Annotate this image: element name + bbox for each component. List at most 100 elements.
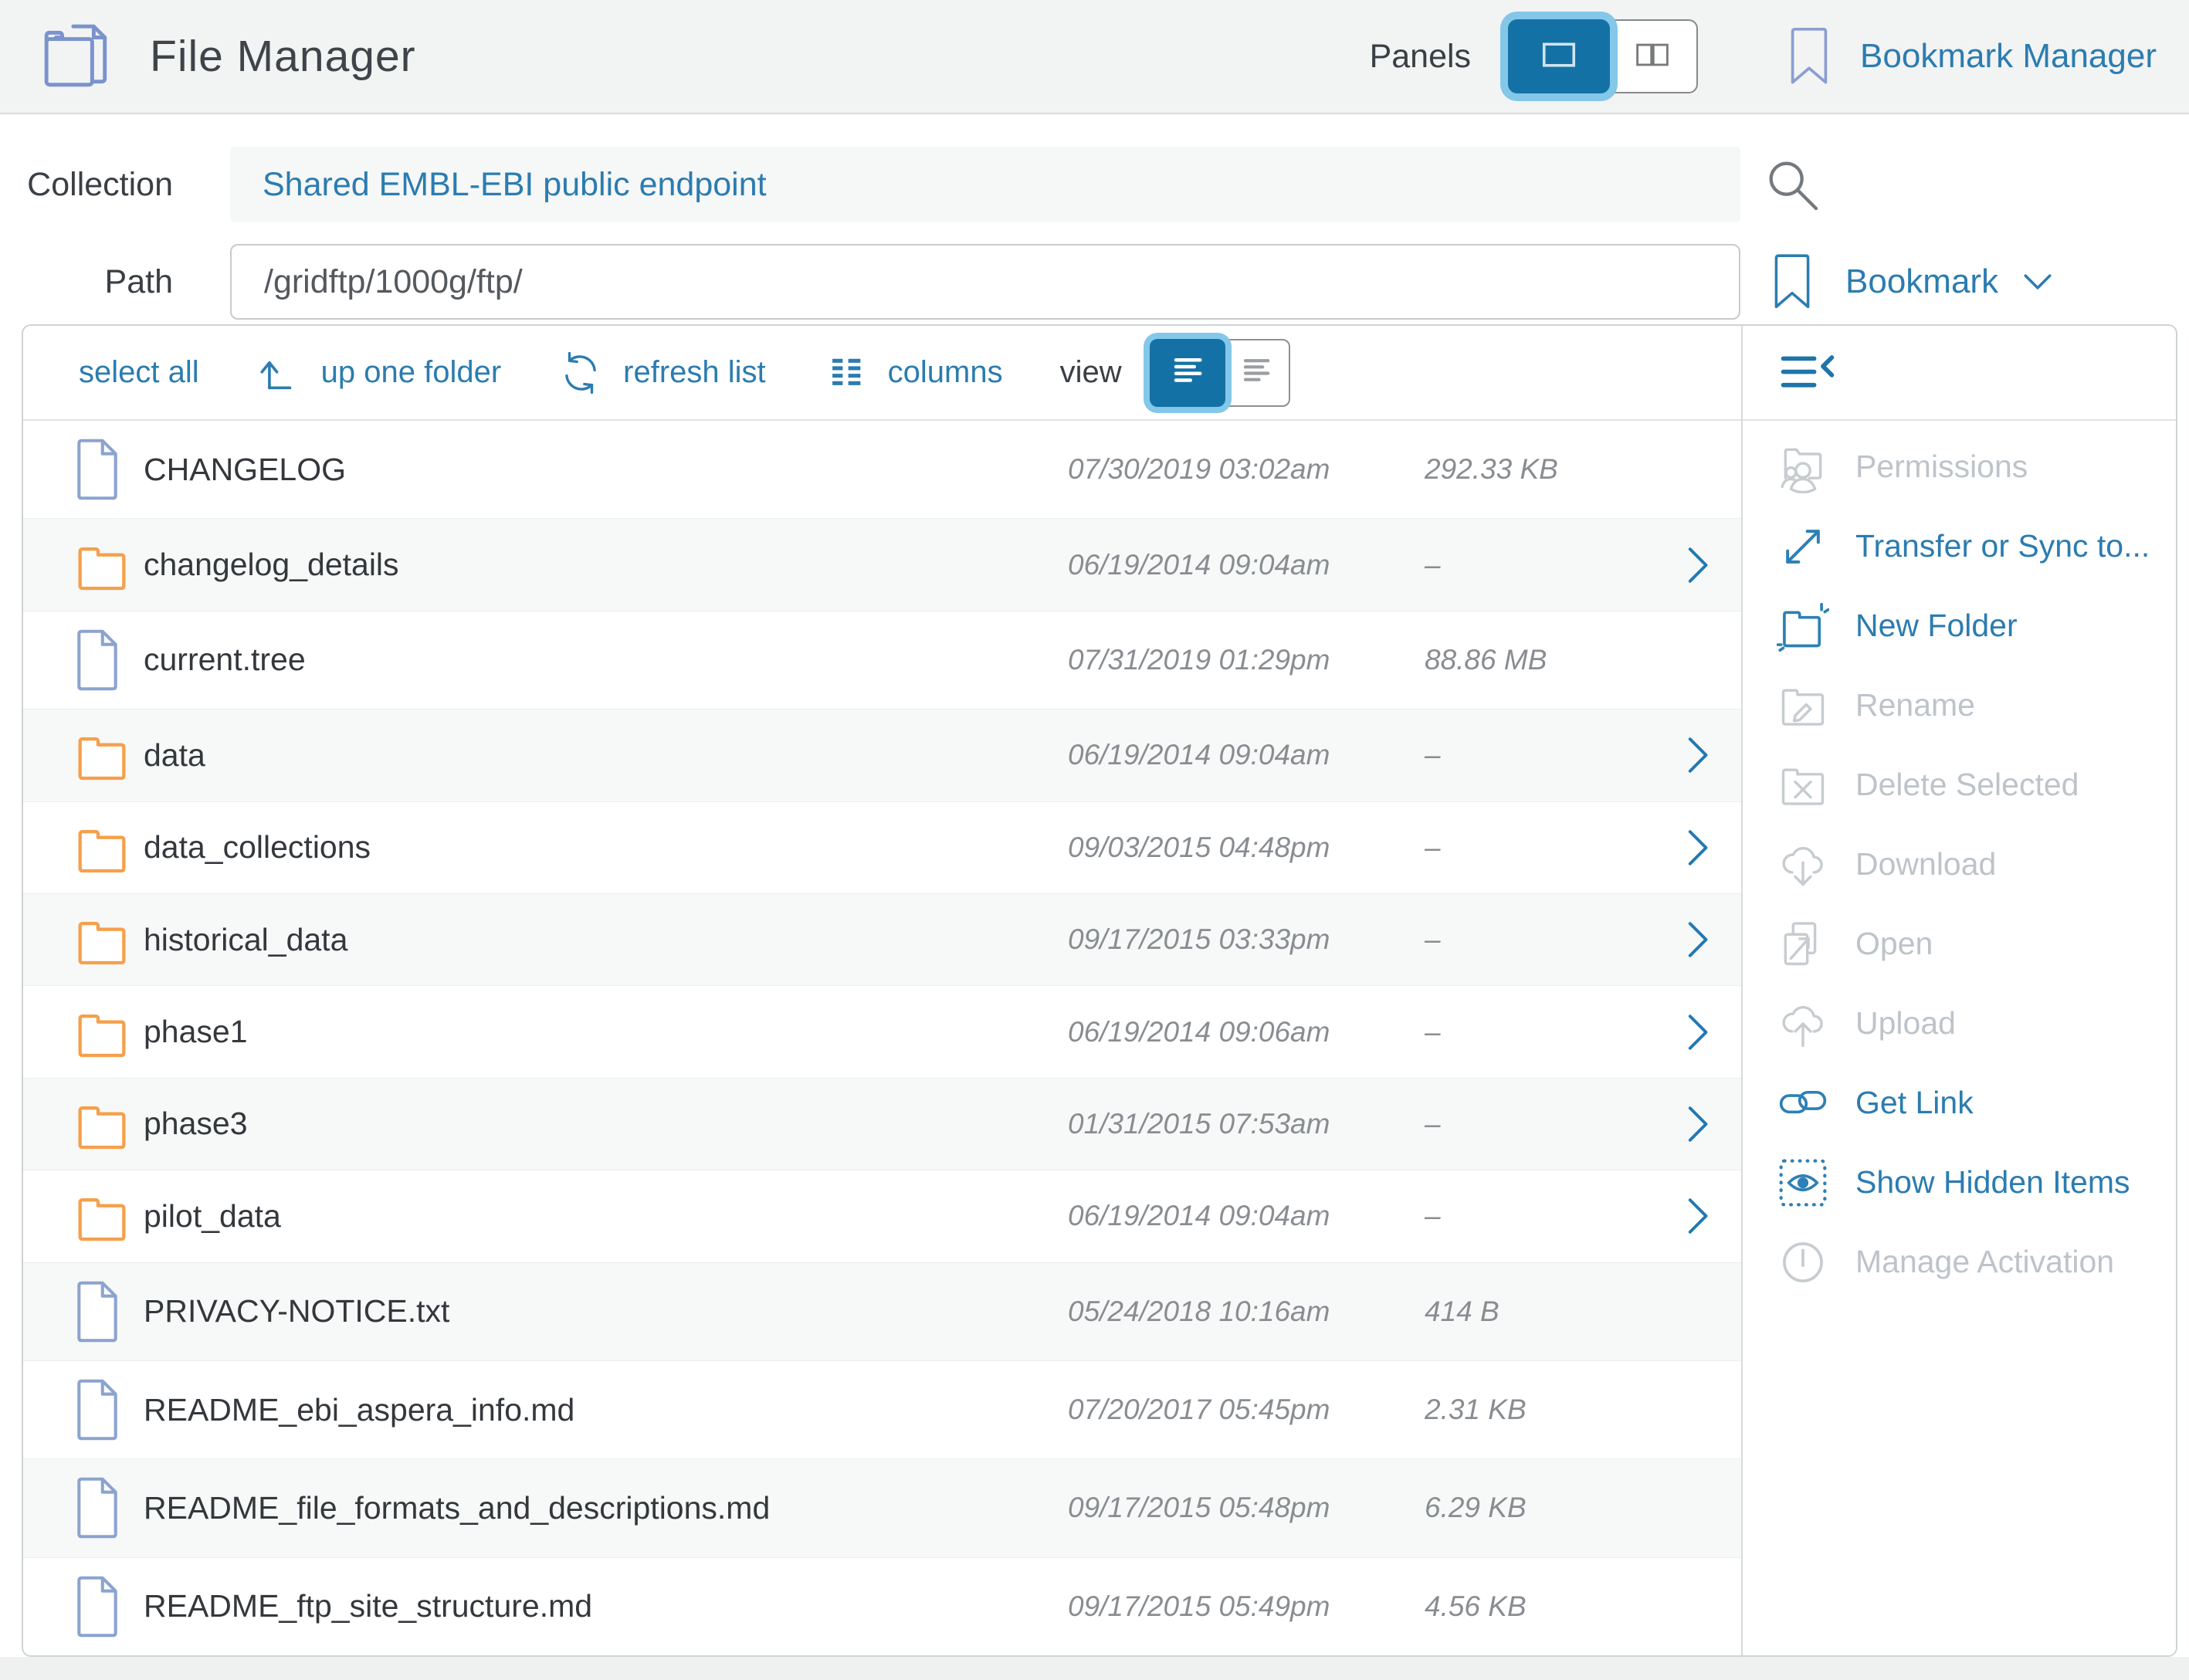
sidebar-item-transfer-or-sync[interactable]: Transfer or Sync to... bbox=[1743, 506, 2176, 586]
table-row[interactable]: PRIVACY-NOTICE.txt 05/24/2018 10:16am 41… bbox=[23, 1262, 1741, 1360]
dual-panel-icon bbox=[1628, 31, 1676, 83]
refresh-list-button[interactable]: refresh list bbox=[558, 351, 766, 395]
file-date: 05/24/2018 10:16am bbox=[1068, 1296, 1425, 1328]
file-icon bbox=[68, 435, 144, 503]
up-one-folder-button[interactable]: up one folder bbox=[256, 351, 502, 395]
search-button[interactable] bbox=[1762, 154, 1824, 216]
folder-icon bbox=[68, 909, 144, 970]
table-row[interactable]: CHANGELOG 07/30/2019 03:02am 292.33 KB bbox=[23, 421, 1741, 518]
sidebar-item-new-folder[interactable]: New Folder bbox=[1743, 586, 2176, 666]
file-date: 07/30/2019 03:02am bbox=[1068, 453, 1425, 486]
path-value: /gridftp/1000g/ftp/ bbox=[264, 263, 523, 301]
page-bottom-strip bbox=[0, 1657, 2189, 1680]
file-icon bbox=[68, 1278, 144, 1346]
list-view-button[interactable] bbox=[1150, 339, 1225, 407]
path-label: Path bbox=[22, 263, 173, 301]
sidebar-item-manage-activation: Manage Activation bbox=[1743, 1222, 2176, 1302]
page-title: File Manager bbox=[150, 31, 416, 82]
file-size: – bbox=[1425, 1108, 1679, 1140]
file-list: CHANGELOG 07/30/2019 03:02am 292.33 KB c… bbox=[23, 421, 1741, 1655]
table-row[interactable]: README_file_formats_and_descriptions.md … bbox=[23, 1458, 1741, 1556]
chevron-right-icon[interactable] bbox=[1679, 1193, 1741, 1239]
columns-label: columns bbox=[888, 355, 1003, 390]
compact-view-button[interactable] bbox=[1215, 339, 1290, 407]
table-row[interactable]: historical_data 09/17/2015 03:33pm – bbox=[23, 893, 1741, 985]
columns-button[interactable]: columns bbox=[823, 351, 1003, 395]
bookmark-dropdown[interactable]: Bookmark bbox=[1773, 244, 2054, 320]
file-date: 07/20/2017 05:45pm bbox=[1068, 1394, 1425, 1426]
chevron-right-icon[interactable] bbox=[1679, 825, 1741, 871]
select-all-button[interactable]: select all bbox=[79, 355, 199, 390]
folder-icon bbox=[68, 817, 144, 879]
file-name: README_file_formats_and_descriptions.md bbox=[144, 1490, 1068, 1526]
chevron-right-icon[interactable] bbox=[1679, 542, 1741, 588]
file-date: 09/17/2015 05:48pm bbox=[1068, 1492, 1425, 1524]
app-header: File Manager Panels Bookmark Manager bbox=[0, 0, 2189, 114]
single-panel-button[interactable] bbox=[1508, 19, 1610, 93]
panels-label: Panels bbox=[1370, 38, 1471, 76]
bookmark-manager-link[interactable]: Bookmark Manager bbox=[1789, 25, 2157, 87]
power-icon bbox=[1772, 1236, 1834, 1289]
file-size: 2.31 KB bbox=[1425, 1394, 1679, 1426]
table-row[interactable]: changelog_details 06/19/2014 09:04am – bbox=[23, 518, 1741, 610]
cloud-upload-icon bbox=[1772, 998, 1834, 1050]
select-all-label: select all bbox=[79, 355, 199, 390]
sidebar-item-upload: Upload bbox=[1743, 984, 2176, 1063]
file-name: data bbox=[144, 737, 1068, 774]
delete-x-icon bbox=[1772, 759, 1834, 811]
bookmark-manager-label: Bookmark Manager bbox=[1860, 37, 2157, 76]
sidebar-header bbox=[1743, 326, 2176, 421]
file-size: – bbox=[1425, 1200, 1679, 1232]
table-row[interactable]: README_ebi_aspera_info.md 07/20/2017 05:… bbox=[23, 1360, 1741, 1458]
chevron-right-icon[interactable] bbox=[1679, 732, 1741, 778]
file-size: – bbox=[1425, 549, 1679, 581]
eye-hidden-icon bbox=[1772, 1157, 1834, 1209]
table-row[interactable]: current.tree 07/31/2019 01:29pm 88.86 MB bbox=[23, 611, 1741, 709]
file-icon bbox=[68, 626, 144, 694]
sidebar-item-permissions: Permissions bbox=[1743, 427, 2176, 506]
bookmark-icon bbox=[1773, 250, 1811, 313]
file-size: – bbox=[1425, 923, 1679, 956]
sidebar-item-show-hidden-items[interactable]: Show Hidden Items bbox=[1743, 1143, 2176, 1222]
table-row[interactable]: pilot_data 06/19/2014 09:04am – bbox=[23, 1170, 1741, 1262]
path-input[interactable]: /gridftp/1000g/ftp/ bbox=[230, 244, 1740, 320]
bookmark-icon bbox=[1789, 25, 1829, 87]
file-name: changelog_details bbox=[144, 547, 1068, 583]
sidebar-item-get-link[interactable]: Get Link bbox=[1743, 1063, 2176, 1143]
table-row[interactable]: phase3 01/31/2015 07:53am – bbox=[23, 1078, 1741, 1170]
bookmark-label: Bookmark bbox=[1845, 262, 1998, 301]
file-date: 06/19/2014 09:06am bbox=[1068, 1016, 1425, 1048]
view-label: view bbox=[1060, 355, 1122, 390]
table-row[interactable]: data_collections 09/03/2015 04:48pm – bbox=[23, 801, 1741, 893]
file-name: data_collections bbox=[144, 829, 1068, 865]
columns-icon bbox=[823, 351, 888, 395]
table-row[interactable]: data 06/19/2014 09:04am – bbox=[23, 709, 1741, 801]
file-name: CHANGELOG bbox=[144, 452, 1068, 488]
collection-label: Collection bbox=[22, 166, 173, 204]
rename-pencil-icon bbox=[1772, 679, 1834, 732]
table-row[interactable]: phase1 06/19/2014 09:06am – bbox=[23, 985, 1741, 1077]
table-row[interactable]: README_ftp_site_structure.md 09/17/2015 … bbox=[23, 1557, 1741, 1655]
chevron-right-icon[interactable] bbox=[1679, 916, 1741, 963]
panels-toggle bbox=[1508, 19, 1698, 93]
chevron-right-icon[interactable] bbox=[1679, 1009, 1741, 1055]
collapse-sidebar-icon[interactable] bbox=[1777, 350, 1838, 396]
file-name: phase1 bbox=[144, 1014, 1068, 1050]
chevron-right-icon[interactable] bbox=[1679, 1101, 1741, 1147]
file-date: 01/31/2015 07:53am bbox=[1068, 1108, 1425, 1140]
sidebar-item-download: Download bbox=[1743, 825, 2176, 904]
file-name: current.tree bbox=[144, 642, 1068, 678]
folder-icon bbox=[68, 1185, 144, 1247]
permissions-icon bbox=[1772, 441, 1834, 493]
new-folder-icon bbox=[1772, 600, 1834, 652]
file-date: 06/19/2014 09:04am bbox=[1068, 1200, 1425, 1232]
file-icon bbox=[68, 1376, 144, 1444]
file-size: – bbox=[1425, 739, 1679, 771]
compact-view-icon bbox=[1235, 349, 1278, 396]
dual-panel-button[interactable] bbox=[1596, 19, 1698, 93]
folder-icon bbox=[68, 1093, 144, 1155]
collection-field[interactable]: Shared EMBL-EBI public endpoint bbox=[230, 147, 1740, 222]
file-size: – bbox=[1425, 1016, 1679, 1048]
main-panel: select all up one folder refresh list co… bbox=[22, 324, 2177, 1657]
up-one-folder-label: up one folder bbox=[321, 355, 502, 390]
